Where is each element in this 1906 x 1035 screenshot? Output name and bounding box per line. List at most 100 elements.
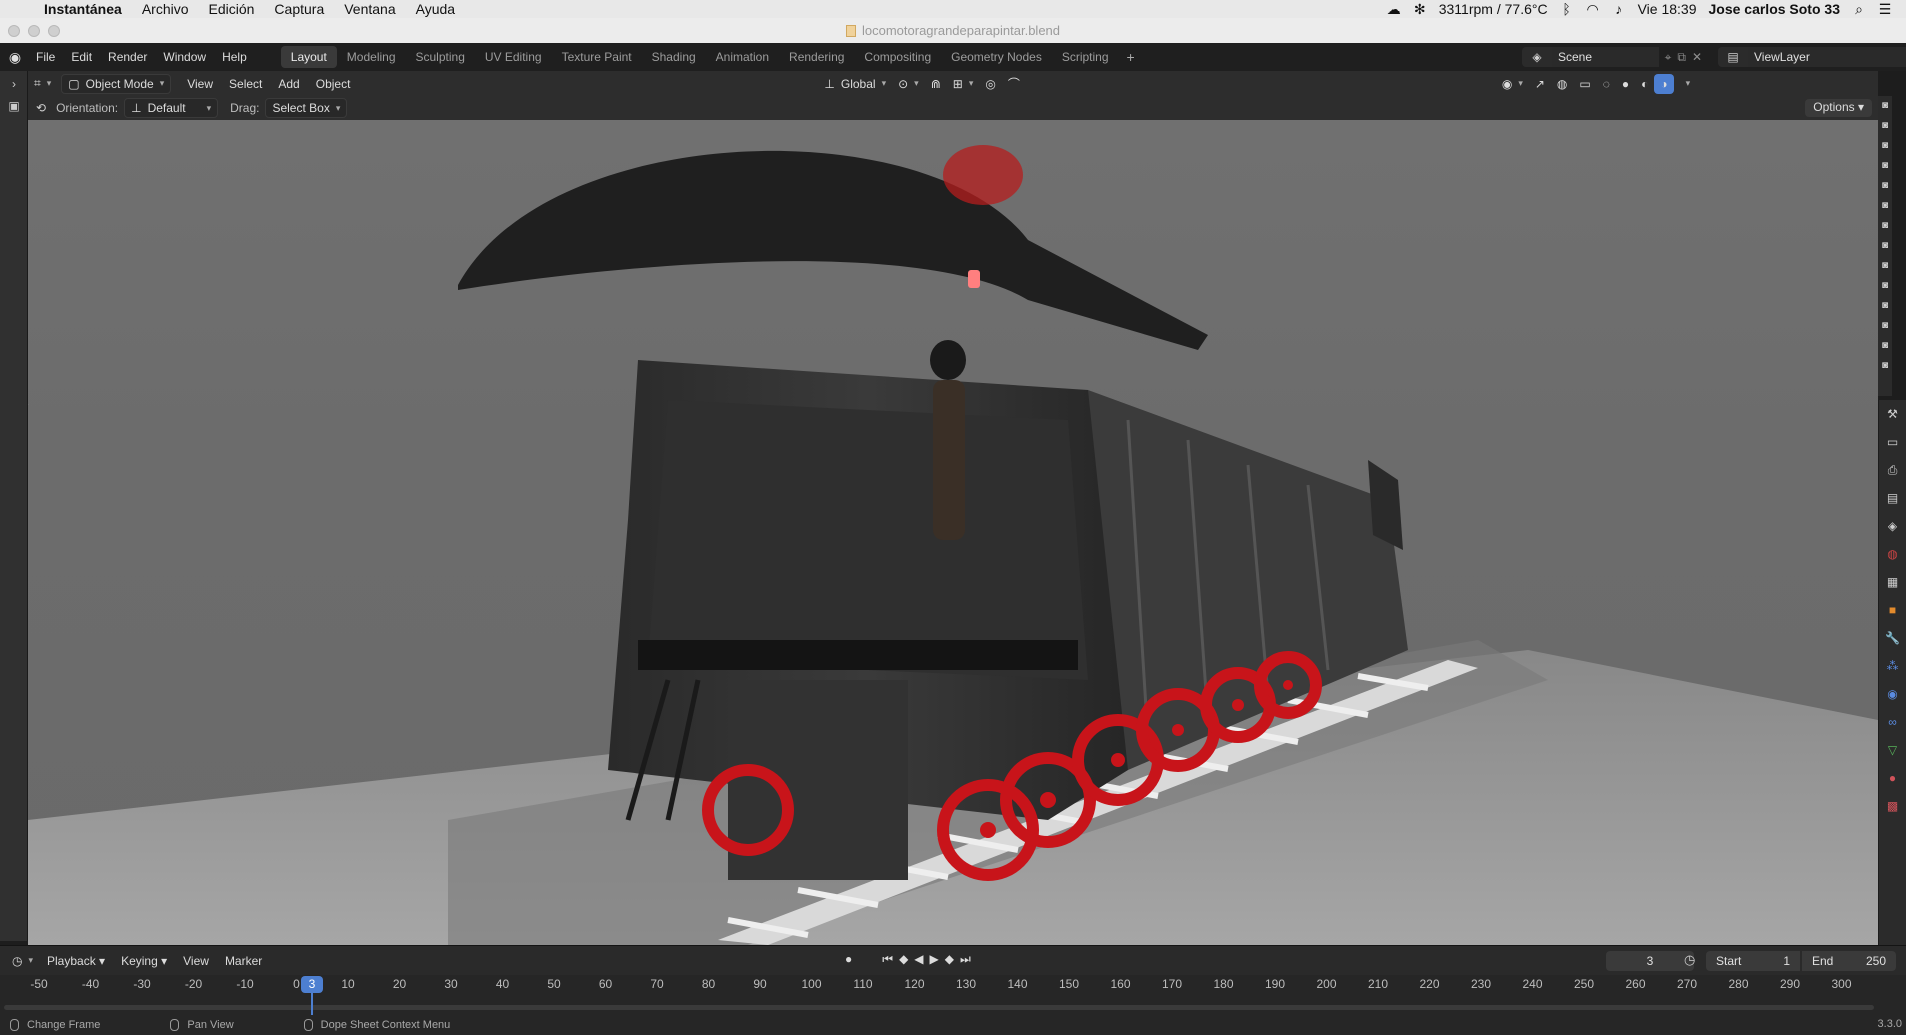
menu-ventana[interactable]: Ventana <box>334 1 405 17</box>
tab-sculpting[interactable]: Sculpting <box>406 46 475 68</box>
select-tool-icon[interactable]: ▣ <box>6 99 22 115</box>
tab-scripting[interactable]: Scripting <box>1052 46 1119 68</box>
preview-range-icon[interactable]: ◷ <box>1684 952 1695 968</box>
viewport-menu-add[interactable]: Add <box>270 77 307 91</box>
menu-edit[interactable]: Edit <box>63 50 100 64</box>
menu-window[interactable]: Window <box>155 50 214 64</box>
view-layer-name-field[interactable]: ViewLayer <box>1748 47 1906 67</box>
jump-start-button[interactable]: ⏮ <box>882 952 893 967</box>
next-keyframe-button[interactable]: ◆ <box>945 952 954 967</box>
prev-keyframe-button[interactable]: ◆ <box>899 952 908 967</box>
menu-file[interactable]: File <box>28 50 63 64</box>
end-frame-field[interactable]: End 250 <box>1802 951 1896 971</box>
proportional-edit-toggle[interactable]: ◎ <box>979 74 1001 94</box>
bluetooth-icon[interactable]: ᛒ <box>1560 1 1574 17</box>
timeline-menu-view[interactable]: View <box>175 954 217 968</box>
timeline-menu-playback[interactable]: Playback ▾ <box>39 954 113 968</box>
camera-icon[interactable]: ◙ <box>1878 356 1892 376</box>
timeline-menu-keying[interactable]: Keying ▾ <box>113 954 175 968</box>
shading-rendered-button[interactable]: ◑ <box>1654 73 1674 94</box>
camera-icon[interactable]: ◙ <box>1878 216 1892 236</box>
blender-logo-icon[interactable]: ◉ <box>2 45 28 69</box>
camera-icon[interactable]: ◙ <box>1878 336 1892 356</box>
shading-options-dropdown[interactable]: ▾ <box>1674 74 1697 94</box>
collection-properties-icon[interactable]: ▦ <box>1879 568 1906 596</box>
overlays-toggle[interactable]: ◍ <box>1551 74 1573 94</box>
close-window-button[interactable] <box>8 25 20 37</box>
tab-layout[interactable]: Layout <box>280 46 337 68</box>
mode-dropdown[interactable]: ▢ Object Mode ▾ <box>61 73 172 94</box>
scene-name-field[interactable]: Scene <box>1552 47 1659 67</box>
xray-toggle[interactable]: ▭ <box>1573 74 1596 94</box>
camera-icon[interactable]: ◙ <box>1878 276 1892 296</box>
shading-solid-button[interactable]: ● <box>1616 74 1635 94</box>
options-dropdown[interactable]: Options ▾ <box>1805 99 1872 117</box>
drag-dropdown[interactable]: Select Box ▾ <box>265 98 348 118</box>
editor-type-dropdown[interactable]: ⌗ ▾ <box>28 74 57 94</box>
viewport-menu-object[interactable]: Object <box>308 77 359 91</box>
camera-icon[interactable]: ◙ <box>1878 96 1892 116</box>
view-layer-properties-icon[interactable]: ▤ <box>1879 484 1906 512</box>
volume-icon[interactable]: ♪ <box>1612 1 1626 17</box>
visibility-dropdown[interactable]: ◉ ▾ <box>1496 74 1529 94</box>
view-layer-icon[interactable]: ▤ <box>1718 47 1748 67</box>
material-properties-icon[interactable]: ● <box>1879 764 1906 792</box>
timeline-scrollbar[interactable] <box>4 1005 1874 1010</box>
start-frame-field[interactable]: Start 1 <box>1706 951 1800 971</box>
clock[interactable]: Vie 18:39 <box>1638 1 1697 17</box>
control-center-icon[interactable]: ☰ <box>1878 1 1892 18</box>
camera-icon[interactable]: ◙ <box>1878 316 1892 336</box>
tool-properties-icon[interactable]: ⚒ <box>1879 400 1906 428</box>
camera-icon[interactable]: ◙ <box>1878 236 1892 256</box>
zoom-window-button[interactable] <box>48 25 60 37</box>
orientation-dropdown[interactable]: ⊥ Default ▾ <box>124 98 219 118</box>
menu-captura[interactable]: Captura <box>264 1 334 17</box>
fan-icon[interactable]: ✻ <box>1413 1 1427 18</box>
pin-icon[interactable]: ⌖ <box>1665 50 1672 65</box>
delete-scene-icon[interactable]: ✕ <box>1692 50 1702 65</box>
timeline-menu-marker[interactable]: Marker <box>217 954 270 968</box>
camera-icon[interactable]: ◙ <box>1878 256 1892 276</box>
playhead-line[interactable] <box>310 993 313 1015</box>
tool-icon[interactable]: ⟲ <box>36 101 46 115</box>
scene-icon[interactable]: ◈ <box>1522 47 1552 67</box>
record-button[interactable]: ● <box>845 952 852 967</box>
current-frame-field[interactable]: 3 <box>1606 951 1694 971</box>
spotlight-search-icon[interactable]: ⌕ <box>1852 1 1866 18</box>
menu-help[interactable]: Help <box>214 50 255 64</box>
new-scene-icon[interactable]: ⧉ <box>1677 50 1686 65</box>
physics-properties-icon[interactable]: ◉ <box>1879 680 1906 708</box>
tab-compositing[interactable]: Compositing <box>854 46 941 68</box>
wifi-icon[interactable]: ◠ <box>1586 1 1600 18</box>
viewport-menu-view[interactable]: View <box>179 77 221 91</box>
snap-dropdown[interactable]: ⊞ ▾ <box>947 74 980 94</box>
gizmo-toggle[interactable]: ↗ <box>1529 74 1551 94</box>
play-reverse-button[interactable]: ◀ <box>914 952 923 967</box>
tab-modeling[interactable]: Modeling <box>337 46 406 68</box>
timeline-ruler[interactable]: -50 -40 -30 -20 -10 0 10 20 30 40 50 60 70 80 90 100 110… <box>0 975 1906 1015</box>
falloff-dropdown[interactable]: ⌒ <box>1002 74 1026 94</box>
minimize-window-button[interactable] <box>28 25 40 37</box>
snap-toggle[interactable]: ⋒ <box>925 74 947 94</box>
cloud-icon[interactable]: ☁ <box>1387 1 1401 18</box>
tab-rendering[interactable]: Rendering <box>779 46 854 68</box>
particles-properties-icon[interactable]: ⁂ <box>1879 652 1906 680</box>
menu-archivo[interactable]: Archivo <box>132 1 199 17</box>
transform-orientation-dropdown[interactable]: ⊥ Global ▾ <box>818 74 892 94</box>
shading-wireframe-button[interactable]: ◌ <box>1597 74 1616 94</box>
timeline-editor-type-dropdown[interactable]: ◷ ▾ <box>6 951 39 971</box>
menu-ayuda[interactable]: Ayuda <box>406 1 465 17</box>
data-properties-icon[interactable]: ▽ <box>1879 736 1906 764</box>
jump-end-button[interactable]: ⏭ <box>960 952 971 967</box>
play-button[interactable]: ▶ <box>930 952 939 967</box>
pivot-dropdown[interactable]: ⊙ ▾ <box>892 74 925 94</box>
menu-edicion[interactable]: Edición <box>199 1 265 17</box>
tab-shading[interactable]: Shading <box>642 46 706 68</box>
tab-texture-paint[interactable]: Texture Paint <box>552 46 642 68</box>
output-properties-icon[interactable]: ⎙ <box>1879 456 1906 484</box>
camera-icon[interactable]: ◙ <box>1878 116 1892 136</box>
fan-status[interactable]: 3311rpm / 77.6°C <box>1439 1 1548 17</box>
menu-render[interactable]: Render <box>100 50 155 64</box>
render-properties-icon[interactable]: ▭ <box>1879 428 1906 456</box>
camera-icon[interactable]: ◙ <box>1878 156 1892 176</box>
